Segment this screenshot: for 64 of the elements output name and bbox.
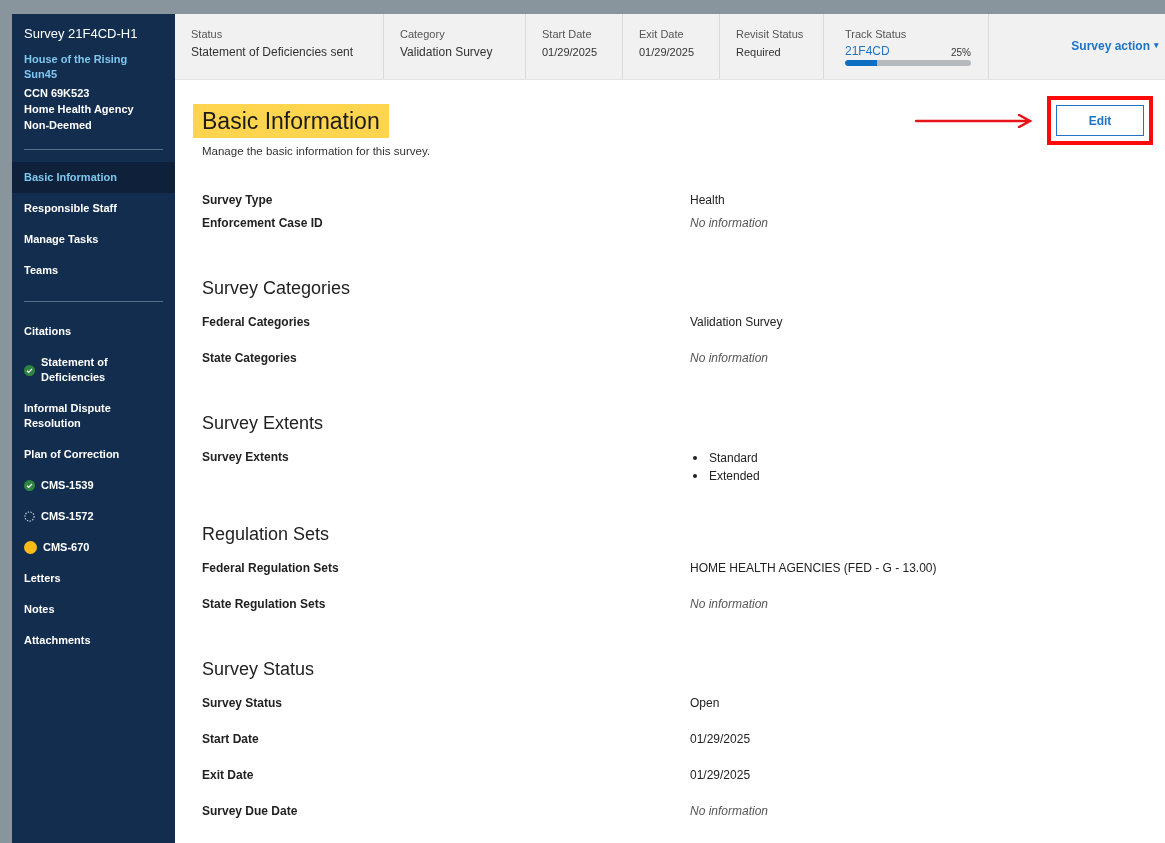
list-item: Standard — [690, 449, 760, 468]
sidebar-item[interactable]: Teams — [12, 255, 175, 286]
page-subtitle: Manage the basic information for this survey. — [202, 144, 430, 159]
arrow-icon — [915, 113, 1033, 128]
sidebar-item[interactable]: Informal Dispute Resolution — [12, 393, 175, 439]
survey-action-menu[interactable]: Survey action ▾ — [1071, 36, 1159, 55]
field-label: Status — [191, 27, 224, 41]
sidebar-item[interactable]: Statement of Deficiencies — [12, 347, 175, 393]
facility-detail: CCN 69K523 — [24, 86, 91, 101]
facility-name: House of the Rising Sun45 — [24, 52, 129, 82]
page-title: Basic Information — [193, 104, 389, 138]
field-label: Revisit Status — [736, 27, 805, 41]
facility-detail: Non-Deemed — [24, 118, 93, 133]
field-value: No information — [690, 803, 769, 821]
field-label: Survey Due Date — [202, 803, 299, 821]
field-label: Federal Categories — [202, 314, 312, 332]
sidebar-item[interactable]: CMS-670 — [12, 532, 175, 563]
sidebar-item[interactable]: Letters — [12, 563, 175, 594]
field-value: Health — [690, 192, 725, 210]
list-item: Extended — [690, 467, 760, 486]
field-label: Track Status — [845, 27, 908, 41]
sidebar-item[interactable]: CMS-1572 — [12, 501, 175, 532]
field-label: State Regulation Sets — [202, 596, 327, 614]
section-heading: Regulation Sets — [202, 523, 331, 547]
field-label: Federal Regulation Sets — [202, 560, 340, 578]
field-value: Statement of Deficiencies sent — [191, 45, 355, 60]
sidebar-item[interactable]: CMS-1539 — [12, 470, 175, 501]
field-value: Required — [736, 45, 782, 60]
sidebar-item[interactable]: Attachments — [12, 625, 175, 656]
field-value: No information — [690, 350, 769, 368]
facility-detail: Home Health Agency — [24, 102, 135, 117]
field-value: 01/29/2025 — [690, 767, 751, 785]
field-value: 01/29/2025 — [690, 731, 751, 749]
sidebar-item[interactable]: Notes — [12, 594, 175, 625]
field-label: Survey Extents — [202, 449, 290, 467]
section-heading: Survey Extents — [202, 412, 325, 436]
field-label: Start Date — [202, 731, 260, 749]
sidebar-item[interactable]: Citations — [12, 316, 175, 347]
field-label: Start Date — [542, 27, 593, 41]
edit-button[interactable]: Edit — [1056, 105, 1144, 136]
field-value: No information — [690, 596, 769, 614]
field-label: Exit Date — [639, 27, 685, 41]
field-value: 01/29/2025 — [639, 45, 696, 60]
sidebar-item[interactable]: Basic Information — [12, 162, 175, 193]
section-heading: Survey Categories — [202, 277, 352, 301]
track-link[interactable]: 21F4CD — [845, 44, 890, 59]
field-value: Validation Survey — [690, 314, 783, 332]
sidebar-item[interactable]: Responsible Staff — [12, 193, 175, 224]
survey-title: Survey 21F4CD-H1 — [24, 26, 139, 42]
field-label: Exit Date — [202, 767, 255, 785]
field-label: Survey Type — [202, 192, 274, 210]
field-label: Enforcement Case ID — [202, 215, 324, 233]
field-label: State Categories — [202, 350, 298, 368]
field-value: No information — [690, 215, 769, 233]
sidebar-item[interactable]: Plan of Correction — [12, 439, 175, 470]
field-label: Survey Status — [202, 695, 284, 713]
field-label: Category — [400, 27, 446, 41]
section-heading: Survey Status — [202, 658, 316, 682]
field-value: HOME HEALTH AGENCIES (FED - G - 13.00) — [690, 560, 937, 578]
field-value: Open — [690, 695, 720, 713]
sidebar-item[interactable]: Manage Tasks — [12, 224, 175, 255]
field-value: Validation Survey — [400, 45, 494, 60]
percent-text: 25% — [951, 46, 971, 59]
field-value: 01/29/2025 — [542, 45, 599, 60]
